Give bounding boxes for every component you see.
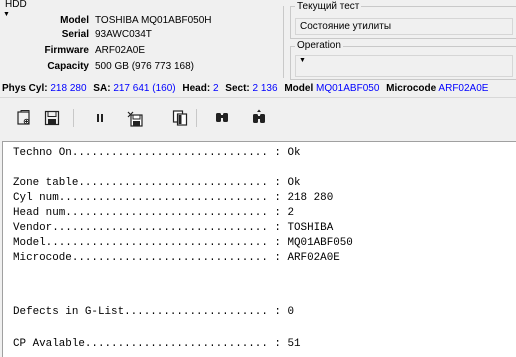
open-button[interactable]	[13, 107, 35, 129]
log-line: Vendor................................. …	[13, 222, 334, 234]
find-next-button[interactable]	[248, 107, 270, 129]
find-icon	[216, 113, 228, 122]
find-next-icon	[253, 109, 265, 123]
log-line: Zone table............................. …	[13, 177, 301, 189]
toolbar-separator	[73, 109, 74, 127]
log-line: Defects in G-List...................... …	[13, 306, 295, 318]
status-divider	[0, 97, 516, 98]
hdd-row-model: Model TOSHIBA MQ01ABF050H	[1, 14, 281, 27]
hdd-model-value: TOSHIBA MQ01ABF050H	[95, 15, 212, 26]
phys-cyl-value: 218 280	[50, 83, 87, 94]
operation-title: Operation	[295, 40, 343, 52]
sect-value: 2 136	[252, 83, 278, 94]
log-line: Cyl num................................ …	[13, 192, 334, 204]
toolbar	[0, 105, 516, 133]
hdd-model-label: Model	[60, 15, 89, 26]
operation-dropdown[interactable]	[295, 55, 513, 77]
save-icon	[44, 110, 60, 126]
clear-save-button[interactable]	[124, 107, 146, 129]
copy-button[interactable]	[169, 107, 191, 129]
head-value: 2	[212, 83, 219, 94]
pause-button[interactable]	[89, 107, 111, 129]
log-line: Model.................................. …	[13, 237, 353, 249]
current-test-group: Текущий тест Состояние утилиты	[290, 1, 516, 39]
log-output[interactable]: Techno On.............................. …	[2, 141, 516, 357]
status-line: Phys Cyl: 218 280 SA: 217 641 (160) Head…	[2, 82, 488, 95]
open-icon	[17, 110, 30, 125]
sa-label: SA:	[93, 83, 111, 94]
log-line: Techno On.............................. …	[13, 147, 301, 159]
hdd-row-capacity: Capacity 500 GB (976 773 168)	[1, 60, 281, 73]
hdd-group: HDD ▼ Model TOSHIBA MQ01ABF050H Serial 9…	[1, 0, 284, 78]
hdd-group-title: HDD	[3, 0, 29, 11]
microcode-label: Microcode	[386, 83, 437, 94]
hdd-row-serial: Serial 93AWC034T	[1, 28, 281, 41]
head-label: Head:	[182, 83, 211, 94]
log-line: Microcode.............................. …	[13, 252, 340, 264]
model-value: MQ01ABF050	[316, 83, 380, 94]
current-test-field: Состояние утилиты	[295, 18, 513, 35]
log-line: Head num............................... …	[13, 207, 295, 219]
operation-dropdown-arrow-icon[interactable]: ▼	[299, 57, 306, 64]
phys-cyl-label: Phys Cyl:	[2, 83, 48, 94]
microcode-value: ARF02A0E	[438, 83, 489, 94]
hdd-capacity-label: Capacity	[47, 61, 89, 72]
sect-label: Sect:	[225, 83, 250, 94]
hdd-row-firmware: Firmware ARF02A0E	[1, 44, 281, 57]
hdd-firmware-value: ARF02A0E	[95, 45, 146, 56]
model-label: Model	[284, 83, 314, 94]
operation-group: Operation ▼	[290, 40, 516, 80]
hdd-serial-value: 93AWC034T	[95, 29, 152, 40]
toolbar-separator-2	[196, 109, 197, 127]
log-line: CP Avalable............................ …	[13, 338, 301, 350]
clear-save-icon	[127, 111, 143, 127]
hdd-capacity-value: 500 GB (976 773 168)	[95, 61, 194, 72]
copy-icon	[172, 110, 188, 126]
save-button[interactable]	[41, 107, 63, 129]
pause-icon	[97, 114, 103, 122]
current-test-title: Текущий тест	[295, 1, 362, 13]
sa-value: 217 641 (160)	[113, 83, 176, 94]
hdd-serial-label: Serial	[61, 29, 89, 40]
find-button[interactable]	[211, 107, 233, 129]
hdd-firmware-label: Firmware	[44, 45, 89, 56]
